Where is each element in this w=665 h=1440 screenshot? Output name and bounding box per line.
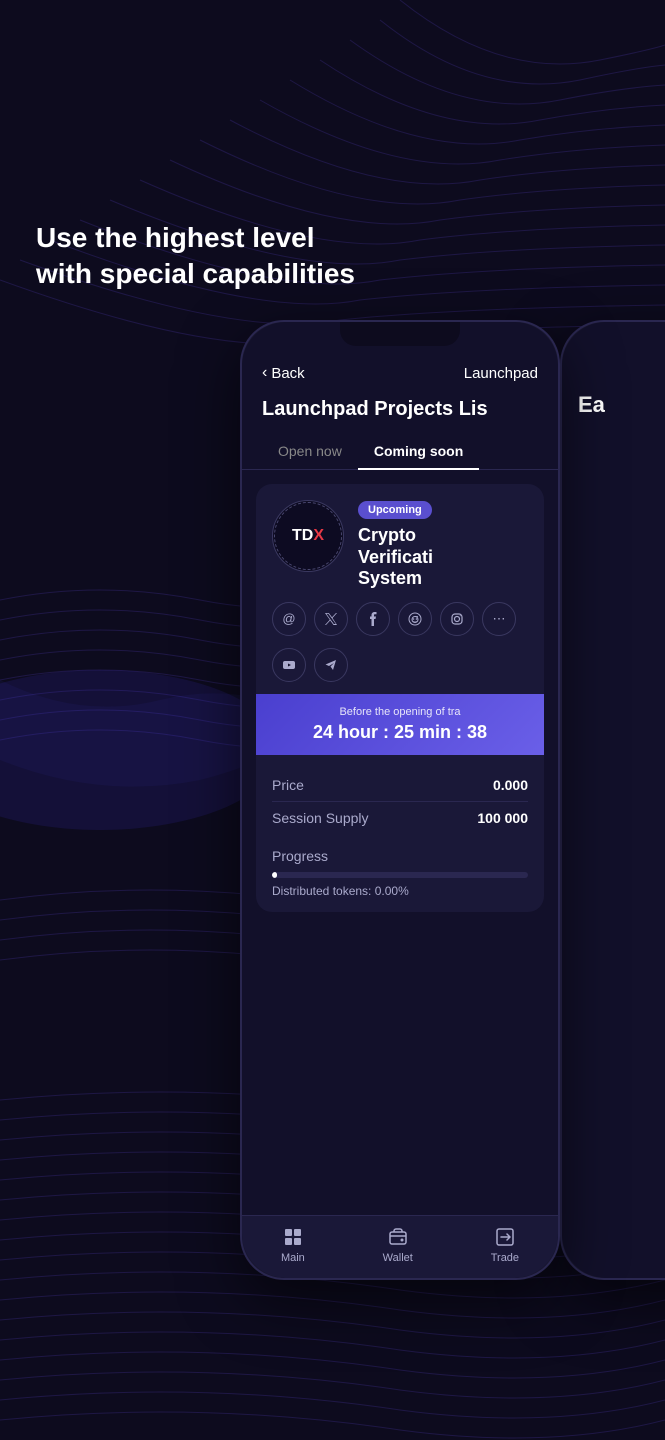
top-nav: ‹ Back Launchpad	[242, 352, 558, 394]
price-value: 0.000	[493, 777, 528, 793]
phone-notch	[340, 322, 460, 346]
price-label: Price	[272, 777, 304, 793]
youtube-icon[interactable]	[272, 648, 306, 682]
supply-value: 100 000	[477, 810, 528, 826]
card-info: Upcoming Crypto Verificati System	[358, 500, 528, 590]
countdown-label: Before the opening of tra	[272, 706, 528, 718]
countdown-banner: Before the opening of tra 24 hour : 25 m…	[256, 694, 544, 755]
price-row: Price 0.000	[272, 769, 528, 802]
wallet-nav-item[interactable]: Wallet	[383, 1226, 413, 1264]
tab-open-now[interactable]: Open now	[262, 435, 358, 469]
phone-mockup: ‹ Back Launchpad Launchpad Projects Lis …	[240, 320, 580, 1300]
back-chevron-icon: ‹	[262, 364, 267, 382]
upcoming-badge: Upcoming	[358, 501, 432, 519]
headline-text: Use the highest level with special capab…	[36, 220, 356, 293]
project-logo: TDX	[272, 500, 344, 572]
twitter-icon[interactable]	[314, 602, 348, 636]
page-root: Use the highest level with special capab…	[0, 0, 665, 1440]
back-label: Back	[271, 365, 304, 382]
main-nav-item[interactable]: Main	[281, 1226, 305, 1264]
facebook-icon[interactable]	[356, 602, 390, 636]
distributed-tokens: Distributed tokens: 0.00%	[272, 884, 528, 898]
trade-icon	[494, 1226, 516, 1248]
trade-nav-label: Trade	[491, 1252, 519, 1264]
progress-label: Progress	[272, 848, 528, 864]
at-icon[interactable]: @	[272, 602, 306, 636]
nav-title: Launchpad	[464, 365, 538, 382]
project-card: TDX Upcoming Crypto Verificati System	[256, 484, 544, 912]
stats-section: Price 0.000 Session Supply 100 000	[256, 755, 544, 848]
tab-coming-soon[interactable]: Coming soon	[358, 435, 479, 469]
page-title: Launchpad Projects Lis	[242, 394, 558, 435]
grid-icon	[282, 1226, 304, 1248]
progress-bar-fill	[272, 872, 277, 878]
phone-shell: ‹ Back Launchpad Launchpad Projects Lis …	[240, 320, 560, 1280]
progress-section: Progress Distributed tokens: 0.00%	[256, 848, 544, 912]
tabs-bar: Open now Coming soon	[242, 435, 558, 470]
partial-phone-text: Ea	[578, 392, 605, 418]
logo-x: X	[313, 527, 324, 544]
card-header: TDX Upcoming Crypto Verificati System	[256, 484, 544, 602]
social-icons-row2	[256, 648, 544, 694]
more-icon[interactable]: ⋯	[482, 602, 516, 636]
countdown-time: 24 hour : 25 min : 38	[272, 722, 528, 743]
progress-bar-bg	[272, 872, 528, 878]
telegram-icon[interactable]	[314, 648, 348, 682]
instagram-icon[interactable]	[440, 602, 474, 636]
supply-label: Session Supply	[272, 810, 369, 826]
back-button[interactable]: ‹ Back	[262, 364, 305, 382]
trade-nav-item[interactable]: Trade	[491, 1226, 519, 1264]
supply-row: Session Supply 100 000	[272, 802, 528, 834]
screen-content: ‹ Back Launchpad Launchpad Projects Lis …	[242, 352, 558, 1278]
phone-screen: ‹ Back Launchpad Launchpad Projects Lis …	[242, 322, 558, 1278]
bottom-nav: Main Wallet	[242, 1215, 558, 1278]
reddit-icon[interactable]	[398, 602, 432, 636]
wallet-nav-label: Wallet	[383, 1252, 413, 1264]
social-icons-row: @	[256, 602, 544, 648]
logo-text: TDX	[292, 527, 324, 545]
project-name: Crypto Verificati System	[358, 525, 528, 590]
wallet-icon	[387, 1226, 409, 1248]
main-nav-label: Main	[281, 1252, 305, 1264]
